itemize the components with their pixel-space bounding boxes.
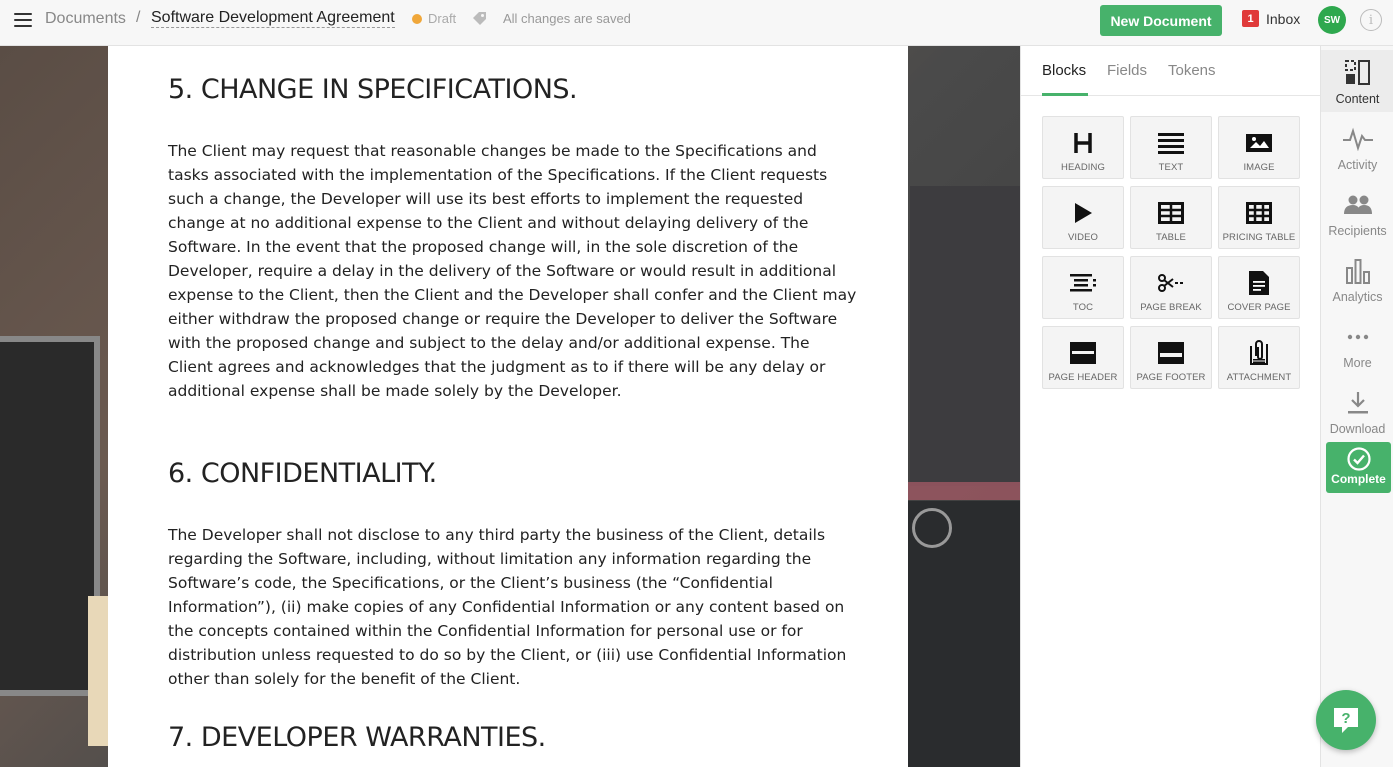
block-label: PAGE BREAK <box>1140 302 1202 313</box>
inbox-button[interactable]: 1 Inbox <box>1242 10 1300 27</box>
block-label: TOC <box>1072 302 1094 313</box>
section-heading[interactable]: 7. DEVELOPER WARRANTIES. <box>168 722 546 753</box>
complete-label: Complete <box>1331 472 1386 486</box>
block-heading[interactable]: HEADING <box>1042 116 1124 179</box>
sidebar-item-content[interactable]: Content <box>1321 50 1393 112</box>
help-chat-button[interactable]: ? <box>1316 690 1376 750</box>
attachment-icon <box>1219 340 1299 365</box>
hamburger-menu-icon[interactable] <box>14 13 32 27</box>
sidebar-item-label: Content <box>1335 92 1380 106</box>
sidebar-item-recipients[interactable]: Recipients <box>1321 182 1393 244</box>
sidebar-item-label: Download <box>1329 422 1386 436</box>
recipients-icon <box>1321 192 1393 218</box>
block-label: IMAGE <box>1243 162 1275 173</box>
heading-icon <box>1043 131 1123 155</box>
breadcrumb-documents[interactable]: Documents <box>45 10 126 28</box>
block-label: COVER PAGE <box>1227 302 1291 313</box>
block-label: ATTACHMENT <box>1226 372 1292 383</box>
tab-fields[interactable]: Fields <box>1107 62 1147 79</box>
user-avatar[interactable]: SW <box>1318 6 1346 34</box>
block-label: TABLE <box>1156 232 1186 243</box>
block-label: PRICING TABLE <box>1222 232 1296 243</box>
inbox-count-badge: 1 <box>1242 10 1259 27</box>
blocks-panel: Blocks Fields Tokens HEADING TEXT IMAGE … <box>1020 46 1321 767</box>
block-label: HEADING <box>1061 162 1105 173</box>
cover-page-icon <box>1219 271 1299 295</box>
block-image[interactable]: IMAGE <box>1218 116 1300 179</box>
block-attachment[interactable]: ATTACHMENT <box>1218 326 1300 389</box>
sidebar-item-label: Activity <box>1337 158 1378 172</box>
document-title[interactable]: Software Development Agreement <box>151 9 395 28</box>
document-page[interactable]: 5. CHANGE IN SPECIFICATIONS. The Client … <box>108 46 908 767</box>
text-icon <box>1131 131 1211 155</box>
panel-tabs: Blocks Fields Tokens <box>1021 46 1321 96</box>
activity-icon <box>1321 126 1393 152</box>
block-label: PAGE FOOTER <box>1136 372 1206 383</box>
save-status: All changes are saved <box>503 11 631 26</box>
block-table[interactable]: TABLE <box>1130 186 1212 249</box>
page-footer-icon <box>1131 341 1211 365</box>
block-page-header[interactable]: PAGE HEADER <box>1042 326 1124 389</box>
active-tab-indicator <box>1042 93 1088 96</box>
page-header-icon <box>1043 341 1123 365</box>
more-icon <box>1321 324 1393 350</box>
analytics-icon <box>1321 258 1393 284</box>
sidebar-item-label: Analytics <box>1332 290 1383 304</box>
section-heading[interactable]: 5. CHANGE IN SPECIFICATIONS. <box>168 74 578 105</box>
breadcrumb-separator: / <box>136 9 141 26</box>
tab-blocks[interactable]: Blocks <box>1042 62 1086 79</box>
block-label: VIDEO <box>1067 232 1099 243</box>
svg-text:?: ? <box>1341 710 1350 727</box>
section-heading[interactable]: 6. CONFIDENTIALITY. <box>168 458 437 489</box>
block-text[interactable]: TEXT <box>1130 116 1212 179</box>
check-circle-icon <box>1326 447 1391 471</box>
info-icon[interactable]: i <box>1360 9 1382 31</box>
block-label: PAGE HEADER <box>1048 372 1118 383</box>
inbox-label: Inbox <box>1266 10 1301 27</box>
sidebar-item-label: Recipients <box>1328 224 1387 238</box>
pricing-table-icon <box>1219 201 1299 225</box>
page-break-icon <box>1131 271 1211 295</box>
section-body[interactable]: The Client may request that reasonable c… <box>168 139 858 403</box>
top-bar: Documents / Software Development Agreeme… <box>0 0 1393 46</box>
new-document-button[interactable]: New Document <box>1100 5 1222 36</box>
help-icon: ? <box>1334 708 1358 733</box>
sidebar-item-activity[interactable]: Activity <box>1321 116 1393 178</box>
image-icon <box>1219 131 1299 155</box>
block-cover-page[interactable]: COVER PAGE <box>1218 256 1300 319</box>
block-toc[interactable]: TOC <box>1042 256 1124 319</box>
sidebar-item-download[interactable]: Download <box>1321 380 1393 442</box>
tab-tokens[interactable]: Tokens <box>1168 62 1216 79</box>
right-sidebar: Content Activity Recipients Analytics Mo… <box>1320 46 1393 767</box>
download-icon <box>1321 390 1393 416</box>
block-pricing-table[interactable]: PRICING TABLE <box>1218 186 1300 249</box>
sidebar-item-label: More <box>1343 356 1372 370</box>
sidebar-item-more[interactable]: More <box>1321 314 1393 376</box>
table-icon <box>1131 201 1211 225</box>
draft-status-dot <box>412 14 422 24</box>
tag-icon[interactable] <box>471 10 489 28</box>
block-video[interactable]: VIDEO <box>1042 186 1124 249</box>
complete-button[interactable]: Complete <box>1326 442 1391 493</box>
toc-icon <box>1043 271 1123 295</box>
block-label: TEXT <box>1158 162 1184 173</box>
sidebar-item-analytics[interactable]: Analytics <box>1321 248 1393 310</box>
content-icon <box>1321 60 1393 86</box>
block-page-footer[interactable]: PAGE FOOTER <box>1130 326 1212 389</box>
section-body[interactable]: The Developer shall not disclose to any … <box>168 523 858 691</box>
block-page-break[interactable]: PAGE BREAK <box>1130 256 1212 319</box>
video-icon <box>1043 201 1123 225</box>
draft-status-label: Draft <box>428 11 457 26</box>
